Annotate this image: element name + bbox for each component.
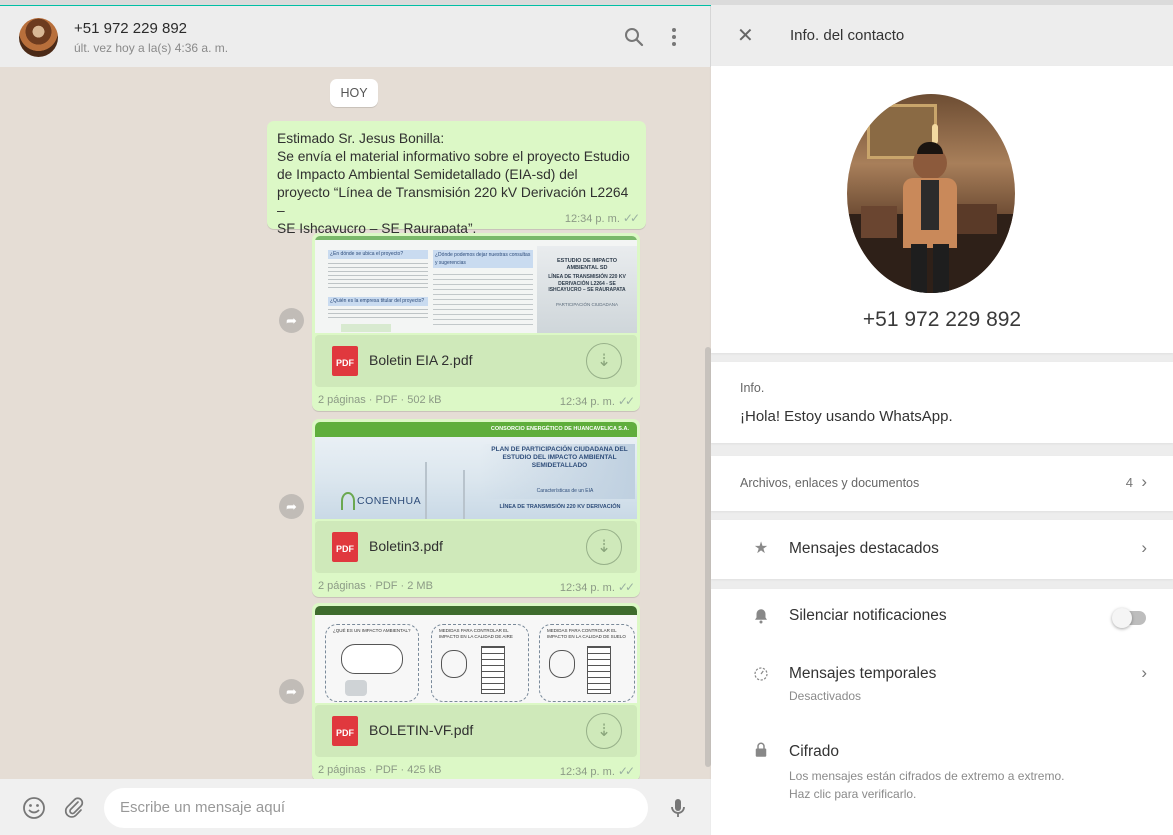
message-line: Se envía el material informativo sobre e… xyxy=(277,149,630,164)
forward-icon[interactable]: ➦ xyxy=(279,494,304,519)
document-message[interactable]: ¿QUÉ ES UN IMPACTO AMBIENTAL? MEDIDAS PA… xyxy=(312,603,640,779)
document-message[interactable]: ¿En dónde se ubica el proyecto? ¿Quién e… xyxy=(312,233,640,411)
mute-notifications-row[interactable]: Silenciar notificaciones xyxy=(711,589,1173,643)
pdf-icon: PDF xyxy=(332,532,358,562)
download-icon[interactable]: ⇣ xyxy=(586,529,622,565)
thumb-subtitle: LÍNEA DE TRANSMISIÓN 220 KV DERIVACIÓN L… xyxy=(548,274,626,293)
lock-icon xyxy=(755,742,767,757)
file-card[interactable]: PDF Boletin3.pdf ⇣ xyxy=(315,521,637,573)
info-header: ✕ Info. del contacto xyxy=(711,5,1173,66)
file-name: Boletin EIA 2.pdf xyxy=(369,352,473,368)
forward-icon[interactable]: ➦ xyxy=(279,679,304,704)
info-title: Info. del contacto xyxy=(790,27,905,44)
thumb-caption: Características de un EIA xyxy=(536,488,594,494)
chat-header[interactable]: +51 972 229 892 últ. vez hoy a la(s) 4:3… xyxy=(0,6,711,67)
file-name: BOLETIN-VF.pdf xyxy=(369,722,474,738)
close-icon[interactable]: ✕ xyxy=(737,25,759,47)
toggle-knob xyxy=(1112,608,1132,628)
disappearing-value: Desactivados xyxy=(789,689,862,703)
download-icon[interactable]: ⇣ xyxy=(586,343,622,379)
about-section: Info. ¡Hola! Estoy usando WhatsApp. xyxy=(711,362,1173,443)
pdf-icon: PDF xyxy=(332,346,358,376)
contact-info-pane: ✕ Info. del contacto +51 972 229 892 Inf… xyxy=(711,5,1173,835)
file-card[interactable]: PDF BOLETIN-VF.pdf ⇣ xyxy=(315,705,637,757)
encryption-row[interactable]: Cifrado Los mensajes están cifrados de e… xyxy=(711,731,1173,811)
chevron-right-icon: › xyxy=(1141,663,1147,682)
menu-icon[interactable] xyxy=(662,25,686,49)
disappearing-label: Mensajes temporales xyxy=(789,665,937,682)
emoji-icon[interactable] xyxy=(22,796,46,820)
thumb-header: CONSORCIO ENERGÉTICO DE HUANCAVELICA S.A… xyxy=(315,422,637,437)
mic-icon[interactable] xyxy=(666,796,690,820)
mute-toggle[interactable] xyxy=(1112,608,1146,628)
day-divider: HOY xyxy=(330,79,378,107)
thumb-heading: ¿Quién es la empresa titular del proyect… xyxy=(328,297,428,306)
chevron-right-icon: › xyxy=(1141,538,1147,557)
starred-label: Mensajes destacados xyxy=(789,540,939,557)
profile-photo[interactable] xyxy=(847,94,1015,293)
profile-card: +51 972 229 892 xyxy=(711,66,1173,353)
encryption-verify-hint: Haz clic para verificarlo. xyxy=(789,787,917,801)
thumb-title: ESTUDIO DE IMPACTO AMBIENTAL SD xyxy=(557,258,617,271)
pdf-icon: PDF xyxy=(332,716,358,746)
file-meta: 2 páginas · PDF · 425 kB xyxy=(318,764,442,776)
message-time: 12:34 p. m. ✓✓ xyxy=(559,394,635,408)
double-check-icon: ✓✓ xyxy=(617,394,635,408)
composer: Escribe un mensaje aquí xyxy=(0,779,711,835)
chat-pane: +51 972 229 892 últ. vez hoy a la(s) 4:3… xyxy=(0,5,711,835)
media-count: 4 xyxy=(1125,475,1133,490)
message-line: de Impacto Ambiental Semidetallado (EIA-… xyxy=(277,167,578,182)
about-label: Info. xyxy=(740,381,765,395)
file-meta: 2 páginas · PDF · 2 MB xyxy=(318,580,433,592)
message-time: 12:34 p. m. ✓✓ xyxy=(564,211,640,225)
timer-icon xyxy=(754,667,768,681)
download-icon[interactable]: ⇣ xyxy=(586,713,622,749)
message-time: 12:34 p. m. ✓✓ xyxy=(559,764,635,778)
search-icon[interactable] xyxy=(622,25,646,49)
double-check-icon: ✓✓ xyxy=(617,580,635,594)
thumb-title: PLAN DE PARTICIPACIÓN CIUDADANA DEL ESTU… xyxy=(491,446,628,469)
media-links-docs-row[interactable]: Archivos, enlaces y documentos 4 › xyxy=(711,456,1173,511)
bell-icon xyxy=(755,609,767,624)
starred-messages-row[interactable]: ★ Mensajes destacados › xyxy=(711,520,1173,579)
forward-icon[interactable]: ➦ xyxy=(279,308,304,333)
settings-section: Silenciar notificaciones Mensajes tempor… xyxy=(711,589,1173,835)
attach-icon[interactable] xyxy=(62,796,86,820)
encryption-description: Los mensajes están cifrados de extremo a… xyxy=(789,769,1065,783)
thumb-subtitle: LÍNEA DE TRANSMISIÓN 220 KV DERIVACIÓN xyxy=(499,504,621,510)
file-card[interactable]: PDF Boletin EIA 2.pdf ⇣ xyxy=(315,335,637,387)
contact-name[interactable]: +51 972 229 892 xyxy=(74,20,187,37)
document-thumbnail[interactable]: ¿En dónde se ubica el proyecto? ¿Quién e… xyxy=(315,236,637,333)
message-line: Estimado Sr. Jesus Bonilla: xyxy=(277,131,445,146)
thumb-heading: ¿Dónde podemos dejar nuestras consultas … xyxy=(433,250,533,268)
last-seen-status: últ. vez hoy a la(s) 4:36 a. m. xyxy=(74,41,229,55)
outgoing-text-message[interactable]: Estimado Sr. Jesus Bonilla: Se envía el … xyxy=(267,121,646,236)
star-icon: ★ xyxy=(753,540,769,557)
document-message[interactable]: CONSORCIO ENERGÉTICO DE HUANCAVELICA S.A… xyxy=(312,419,640,597)
file-name: Boletin3.pdf xyxy=(369,538,443,554)
document-thumbnail[interactable]: CONSORCIO ENERGÉTICO DE HUANCAVELICA S.A… xyxy=(315,422,637,519)
conenhua-logo: CONENHUA xyxy=(357,495,422,507)
disappearing-messages-row[interactable]: Mensajes temporales Desactivados › xyxy=(711,645,1173,711)
thumb-heading: MEDIDAS PARA CONTROLAR EL IMPACTO EN LA … xyxy=(439,628,513,639)
thumb-caption: PARTICIPACIÓN CIUDADANA xyxy=(555,302,618,307)
document-thumbnail[interactable]: ¿QUÉ ES UN IMPACTO AMBIENTAL? MEDIDAS PA… xyxy=(315,606,637,703)
double-check-icon: ✓✓ xyxy=(617,764,635,778)
message-input[interactable]: Escribe un mensaje aquí xyxy=(104,788,648,828)
double-check-icon: ✓✓ xyxy=(622,211,640,225)
mute-label: Silenciar notificaciones xyxy=(789,607,947,624)
encryption-label: Cifrado xyxy=(789,743,839,760)
media-label: Archivos, enlaces y documentos xyxy=(740,476,920,490)
thumb-heading: ¿QUÉ ES UN IMPACTO AMBIENTAL? xyxy=(333,628,411,633)
chevron-right-icon: › xyxy=(1141,472,1147,491)
contact-avatar[interactable] xyxy=(19,18,58,57)
file-meta: 2 páginas · PDF · 502 kB xyxy=(318,394,442,406)
about-value: ¡Hola! Estoy usando WhatsApp. xyxy=(740,408,953,425)
thumb-heading: ¿En dónde se ubica el proyecto? xyxy=(328,250,428,259)
thumb-heading: MEDIDAS PARA CONTROLAR EL IMPACTO EN LA … xyxy=(547,628,626,639)
contact-phone: +51 972 229 892 xyxy=(862,308,1022,331)
message-list[interactable]: HOY Estimado Sr. Jesus Bonilla: Se envía… xyxy=(0,67,711,779)
message-time: 12:34 p. m. ✓✓ xyxy=(559,580,635,594)
